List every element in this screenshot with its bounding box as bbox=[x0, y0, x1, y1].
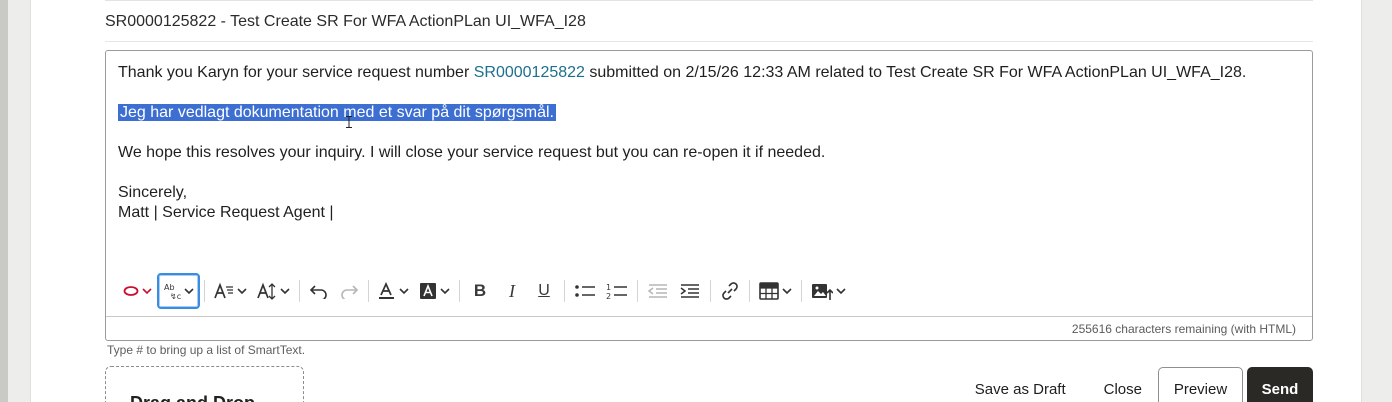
toolbar-separator bbox=[299, 280, 300, 302]
highlight-color-dropdown[interactable] bbox=[414, 276, 455, 306]
toolbar-separator bbox=[710, 280, 711, 302]
action-bar: Save as Draft Close Preview Send bbox=[975, 367, 1313, 402]
svg-text:1: 1 bbox=[606, 283, 611, 292]
spellcheck-icon: Ab ↯c bbox=[163, 282, 181, 300]
table-dropdown[interactable] bbox=[754, 276, 797, 306]
numbered-list-button[interactable]: 12 bbox=[601, 276, 633, 306]
toolbar-separator bbox=[459, 280, 460, 302]
chevron-down-icon bbox=[399, 287, 409, 295]
toolbar-separator bbox=[637, 280, 638, 302]
bulleted-list-button[interactable] bbox=[569, 276, 601, 306]
line1-suffix: submitted on 2/15/26 12:33 AM related to… bbox=[584, 64, 1247, 81]
redo-button[interactable] bbox=[334, 276, 364, 306]
dropzone-label: Drag and Drop bbox=[130, 393, 255, 402]
editor-toolbar: Ab ↯c B I U 1 2 bbox=[106, 271, 1312, 311]
undo-icon bbox=[309, 283, 329, 299]
link-icon bbox=[720, 281, 740, 301]
underline-icon: U bbox=[538, 282, 550, 299]
link-button[interactable] bbox=[715, 276, 745, 306]
bold-button[interactable]: B bbox=[464, 276, 496, 306]
window-edge bbox=[0, 0, 8, 402]
attachment-dropzone[interactable]: Drag and Drop bbox=[105, 366, 304, 402]
save-draft-button[interactable]: Save as Draft bbox=[975, 367, 1066, 402]
shape-dropdown[interactable] bbox=[118, 276, 157, 306]
top-divider bbox=[105, 0, 1313, 1]
toolbar-separator bbox=[801, 280, 802, 302]
chevron-down-icon bbox=[237, 287, 247, 295]
text-cursor-icon bbox=[346, 116, 352, 131]
svg-text:2: 2 bbox=[606, 292, 611, 300]
text-color-icon bbox=[378, 282, 396, 300]
highlight-color-icon bbox=[419, 282, 437, 300]
message-line-2: Jeg har vedlagt dokumentation med et sva… bbox=[118, 103, 1300, 123]
editor-content[interactable]: Thank you Karyn for your service request… bbox=[118, 63, 1300, 223]
insert-image-dropdown[interactable] bbox=[806, 276, 851, 306]
undo-button[interactable] bbox=[304, 276, 334, 306]
bulleted-list-icon bbox=[574, 283, 596, 299]
line1-prefix: Thank you Karyn for your service request… bbox=[118, 64, 474, 81]
toolbar-separator bbox=[749, 280, 750, 302]
selected-text[interactable]: Jeg har vedlagt dokumentation med et sva… bbox=[118, 104, 556, 121]
redo-icon bbox=[339, 283, 359, 299]
chevron-down-icon bbox=[836, 287, 846, 295]
indent-icon bbox=[679, 283, 701, 299]
chevron-down-icon bbox=[280, 287, 290, 295]
chevron-down-icon bbox=[142, 287, 152, 295]
preview-button[interactable]: Preview bbox=[1158, 367, 1243, 402]
font-style-icon bbox=[214, 282, 234, 300]
svg-text:↯c: ↯c bbox=[170, 292, 181, 300]
outdent-button[interactable] bbox=[642, 276, 674, 306]
message-closing: Sincerely, bbox=[118, 184, 188, 201]
font-size-icon bbox=[257, 282, 277, 300]
spellcheck-dropdown[interactable]: Ab ↯c bbox=[157, 273, 200, 309]
oval-shape-icon bbox=[123, 285, 139, 297]
italic-button[interactable]: I bbox=[496, 276, 528, 306]
message-subject: SR0000125822 - Test Create SR For WFA Ac… bbox=[105, 13, 586, 30]
rich-text-editor[interactable]: Thank you Karyn for your service request… bbox=[105, 50, 1313, 341]
chevron-down-icon bbox=[782, 287, 792, 295]
message-line-1: Thank you Karyn for your service request… bbox=[118, 63, 1300, 83]
message-line-3: We hope this resolves your inquiry. I wi… bbox=[118, 144, 826, 161]
underline-button[interactable]: U bbox=[528, 276, 560, 306]
outdent-icon bbox=[647, 283, 669, 299]
subject-divider bbox=[105, 41, 1313, 42]
smarttext-hint: Type # to bring up a list of SmartText. bbox=[107, 343, 306, 357]
insert-image-icon bbox=[811, 281, 833, 301]
table-icon bbox=[759, 282, 779, 300]
service-request-link[interactable]: SR0000125822 bbox=[474, 64, 585, 81]
chevron-down-icon bbox=[184, 287, 194, 295]
svg-text:Ab: Ab bbox=[164, 283, 175, 292]
bold-icon: B bbox=[473, 281, 487, 300]
italic-icon: I bbox=[509, 280, 515, 301]
text-color-dropdown[interactable] bbox=[373, 276, 414, 306]
font-style-dropdown[interactable] bbox=[209, 276, 252, 306]
numbered-list-icon: 12 bbox=[606, 282, 628, 300]
character-counter: 255616 characters remaining (with HTML) bbox=[106, 316, 1312, 340]
toolbar-separator bbox=[204, 280, 205, 302]
toolbar-separator bbox=[368, 280, 369, 302]
chevron-down-icon bbox=[440, 287, 450, 295]
send-button[interactable]: Send bbox=[1247, 367, 1313, 402]
message-signature: Matt | Service Request Agent | bbox=[118, 204, 334, 221]
font-size-dropdown[interactable] bbox=[252, 276, 295, 306]
toolbar-separator bbox=[564, 280, 565, 302]
indent-button[interactable] bbox=[674, 276, 706, 306]
close-button[interactable]: Close bbox=[1104, 367, 1142, 402]
